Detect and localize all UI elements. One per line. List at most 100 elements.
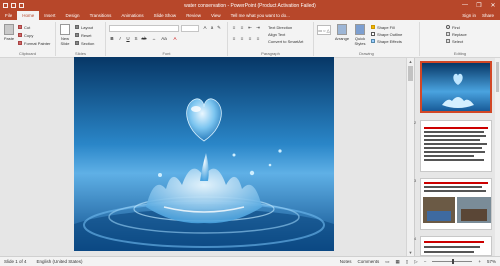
quick-access-toolbar	[0, 3, 60, 8]
slide-thumbnail-2[interactable]	[420, 120, 492, 172]
language-indicator[interactable]: English (United States)	[37, 259, 83, 264]
scroll-up-icon[interactable]: ▲	[407, 59, 414, 64]
tab-home[interactable]: Home	[17, 11, 40, 20]
group-label: Clipboard	[18, 51, 37, 56]
slide-sorter-icon[interactable]: ▦	[395, 259, 399, 265]
section-button[interactable]: Section	[75, 40, 94, 46]
font-name-box[interactable]	[109, 25, 179, 32]
layout-button[interactable]: Layout	[75, 24, 93, 30]
tab-file[interactable]: File	[0, 11, 17, 20]
tab-slide-show[interactable]: Slide Show	[149, 11, 182, 20]
slide-thumbnail-1[interactable]	[420, 61, 492, 113]
clear-format-icon[interactable]: ✎	[216, 25, 222, 31]
editor-scrollbar[interactable]: ▲ ▼	[406, 58, 414, 256]
shape-outline-button[interactable]: Shape Outline	[371, 31, 402, 37]
ribbon: Paste Cut Copy Format Painter Clipboard …	[0, 20, 500, 58]
align-right-icon[interactable]: ≡	[247, 36, 253, 42]
minimize-button[interactable]: —	[458, 2, 472, 9]
thumbnail-photos	[423, 197, 491, 223]
slide-counter: Slide 1 of 4	[4, 259, 27, 264]
group-label: Font	[162, 51, 171, 56]
tab-review[interactable]: Review	[181, 11, 206, 20]
water-heart-picture	[74, 57, 334, 251]
tab-animations[interactable]: Animations	[116, 11, 148, 20]
replace-button[interactable]: Replace	[446, 31, 467, 37]
cut-button[interactable]: Cut	[18, 24, 30, 30]
zoom-level[interactable]: 57%	[487, 259, 496, 264]
tab-transitions[interactable]: Transitions	[85, 11, 117, 20]
slide-thumbnail-4[interactable]	[420, 236, 492, 256]
scroll-down-icon[interactable]: ▼	[407, 250, 414, 255]
arrange-button[interactable]: Arrange	[334, 24, 350, 46]
arrange-icon	[337, 24, 347, 35]
thumbnail-water-heart	[422, 63, 490, 111]
convert-smartart-button[interactable]: Convert to SmartArt	[268, 38, 303, 44]
slideshow-icon[interactable]: ▷	[414, 259, 417, 265]
comments-button[interactable]: Comments	[357, 259, 379, 264]
font-group: A a ✎ B I U S ab ↔ Aa A Font	[106, 22, 228, 56]
close-button[interactable]: ✕	[486, 2, 500, 9]
tab-design[interactable]: Design	[61, 11, 85, 20]
slides-group: New Slide Layout Reset Section Slides	[56, 22, 106, 56]
align-center-icon[interactable]: ≡	[239, 36, 245, 42]
align-text-button[interactable]: Align Text	[268, 31, 285, 37]
pane-scrollbar-thumb[interactable]	[496, 62, 499, 92]
copy-icon	[18, 33, 22, 37]
shadow-button[interactable]: S	[133, 36, 139, 42]
tab-view[interactable]: View	[206, 11, 226, 20]
status-bar: Slide 1 of 4 English (United States) Not…	[0, 256, 500, 266]
copy-button[interactable]: Copy	[18, 32, 33, 38]
shape-fill-button[interactable]: Shape Fill	[371, 24, 395, 30]
zoom-knob[interactable]	[452, 259, 455, 264]
scrollbar-thumb[interactable]	[408, 66, 413, 81]
tell-me-box[interactable]: Tell me what you want to do...	[226, 11, 295, 20]
slide-thumbnail-3[interactable]	[420, 178, 492, 230]
find-button[interactable]: Find	[446, 24, 460, 30]
increase-indent-icon[interactable]: ⇥	[255, 25, 261, 31]
tab-insert[interactable]: Insert	[39, 11, 60, 20]
paste-button[interactable]: Paste	[2, 24, 16, 46]
zoom-in-icon[interactable]: +	[478, 259, 481, 264]
numbering-icon[interactable]: ≡	[239, 25, 245, 31]
drawing-group: ▭ ○ △ Arrange Quick Styles Shape Fill Sh…	[314, 22, 420, 56]
zoom-out-icon[interactable]: −	[424, 259, 427, 264]
italic-button[interactable]: I	[117, 36, 123, 42]
spacing-button[interactable]: ↔	[151, 36, 157, 42]
align-left-icon[interactable]: ≡	[231, 36, 237, 42]
font-size-box[interactable]	[181, 25, 199, 32]
justify-icon[interactable]: ≡	[255, 36, 261, 42]
ribbon-tabs: File Home Insert Design Transitions Anim…	[0, 11, 500, 20]
reading-view-icon[interactable]: ▯	[406, 259, 408, 265]
normal-view-icon[interactable]: ▭	[385, 259, 389, 265]
undo-icon[interactable]	[11, 3, 16, 8]
strikethrough-button[interactable]: ab	[141, 36, 147, 42]
underline-button[interactable]: U	[125, 36, 131, 42]
quick-styles-button[interactable]: Quick Styles	[352, 24, 368, 46]
bold-button[interactable]: B	[109, 36, 115, 42]
share-button[interactable]: Share	[482, 11, 494, 20]
format-painter-button[interactable]: Format Painter	[18, 40, 50, 46]
grow-font-button[interactable]: A	[202, 25, 208, 31]
zoom-slider[interactable]	[432, 259, 473, 264]
redo-icon[interactable]	[19, 3, 24, 8]
notes-button[interactable]: Notes	[340, 259, 352, 264]
reset-button[interactable]: Reset	[75, 32, 91, 38]
slide-image[interactable]	[74, 57, 334, 251]
new-slide-button[interactable]: New Slide	[58, 24, 72, 46]
bullets-icon[interactable]: ≡	[231, 25, 237, 31]
sign-in-link[interactable]: Sign in	[462, 11, 476, 20]
decrease-indent-icon[interactable]: ⇤	[247, 25, 253, 31]
pane-scrollbar[interactable]	[495, 58, 500, 256]
save-icon[interactable]	[3, 3, 8, 8]
shape-gallery[interactable]: ▭ ○ △	[317, 25, 331, 35]
shape-effects-button[interactable]: Shape Effects	[371, 38, 402, 44]
select-button[interactable]: Select	[446, 38, 463, 44]
restore-button[interactable]: ❐	[472, 2, 486, 9]
font-color-button[interactable]: A	[172, 36, 178, 42]
slides-pane: 2 3 4	[414, 58, 500, 256]
shrink-font-button[interactable]: a	[209, 25, 215, 31]
left-gutter	[0, 58, 8, 256]
layout-icon	[75, 25, 79, 29]
text-direction-button[interactable]: Text Direction	[268, 24, 292, 30]
case-button[interactable]: Aa	[161, 36, 167, 42]
